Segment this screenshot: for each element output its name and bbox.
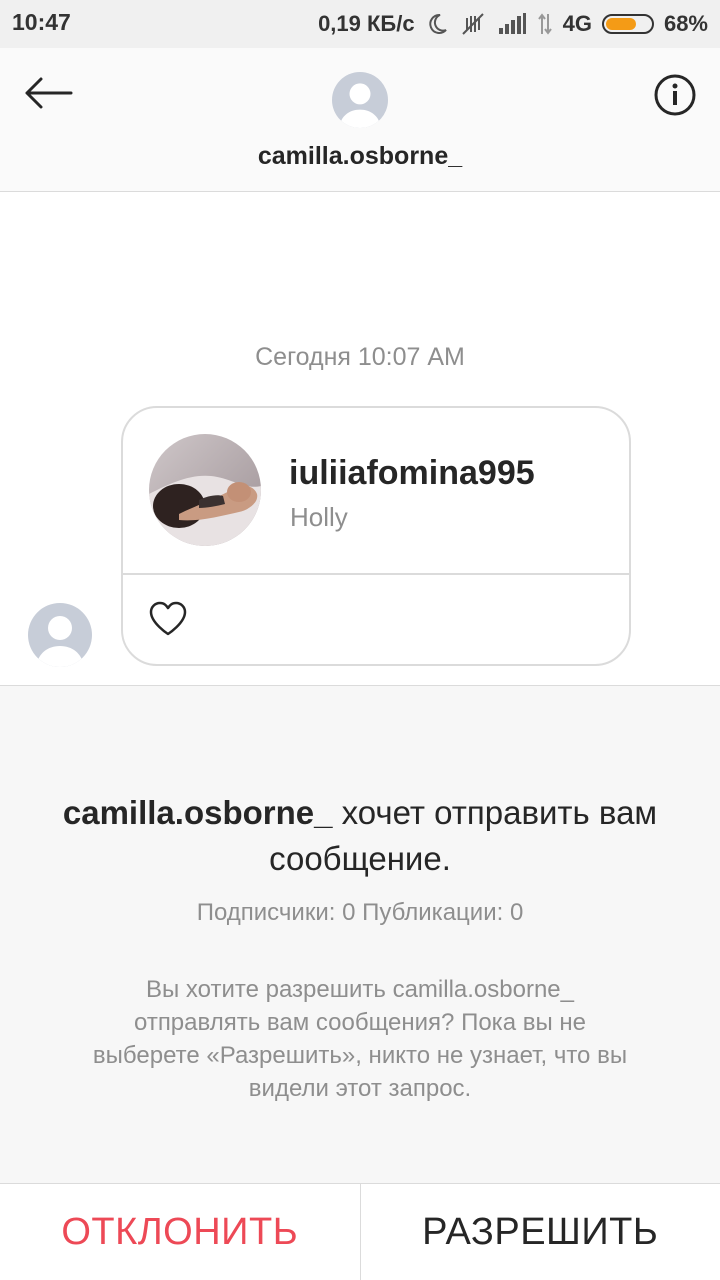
moon-icon: [425, 12, 449, 36]
mute-vibrate-icon: [459, 12, 487, 36]
shared-profile-header[interactable]: iuliiafomina995 Holly: [123, 408, 629, 575]
status-bar: 10:47 0,19 КБ/с 4G 68%: [0, 0, 720, 48]
network-type: 4G: [562, 11, 592, 36]
request-title: camilla.osborne_ хочет отправить вам соо…: [60, 790, 660, 882]
thread-header: camilla.osborne_: [0, 48, 720, 192]
shared-profile-card[interactable]: iuliiafomina995 Holly: [121, 406, 631, 666]
default-avatar-icon: [332, 72, 388, 128]
status-time: 10:47: [12, 9, 71, 35]
back-button[interactable]: [18, 70, 78, 120]
request-stats: Подписчики: 0 Публикации: 0: [196, 899, 524, 926]
info-button[interactable]: [650, 72, 700, 122]
status-indicators: 0,19 КБ/с 4G 68%: [318, 9, 708, 39]
allow-button[interactable]: РАЗРЕШИТЬ: [361, 1184, 720, 1280]
like-button[interactable]: [145, 598, 191, 644]
default-avatar-icon: [28, 603, 92, 667]
sender-avatar[interactable]: [28, 603, 92, 667]
battery-icon: [601, 14, 654, 34]
header-username[interactable]: camilla.osborne_: [0, 142, 720, 171]
info-circle-icon: [653, 73, 697, 122]
signal-icon: [497, 12, 527, 36]
arrow-left-icon: [23, 76, 73, 115]
request-description: Вы хотите разрешить camilla.osborne_ отп…: [92, 976, 628, 1102]
network-speed: 0,19 КБ/с: [318, 11, 415, 36]
header-avatar[interactable]: [332, 72, 388, 128]
request-action-bar: ОТКЛОНИТЬ РАЗРЕШИТЬ: [0, 1183, 720, 1280]
battery-percent: 68%: [663, 11, 708, 36]
shared-profile-avatar[interactable]: [149, 434, 261, 546]
shared-profile-name: Holly: [290, 502, 348, 532]
message-request-panel: camilla.osborne_ хочет отправить вам соо…: [0, 685, 720, 1183]
battery-level: [605, 18, 636, 30]
profile-photo: [149, 434, 261, 546]
data-arrows-icon: [537, 12, 553, 36]
request-username: camilla.osborne_: [62, 794, 333, 831]
date-stamp: Сегодня 10:07 AM: [255, 343, 465, 371]
heart-outline-icon: [148, 601, 188, 642]
shared-profile-username[interactable]: iuliiafomina995: [289, 454, 535, 493]
decline-button[interactable]: ОТКЛОНИТЬ: [0, 1184, 361, 1280]
